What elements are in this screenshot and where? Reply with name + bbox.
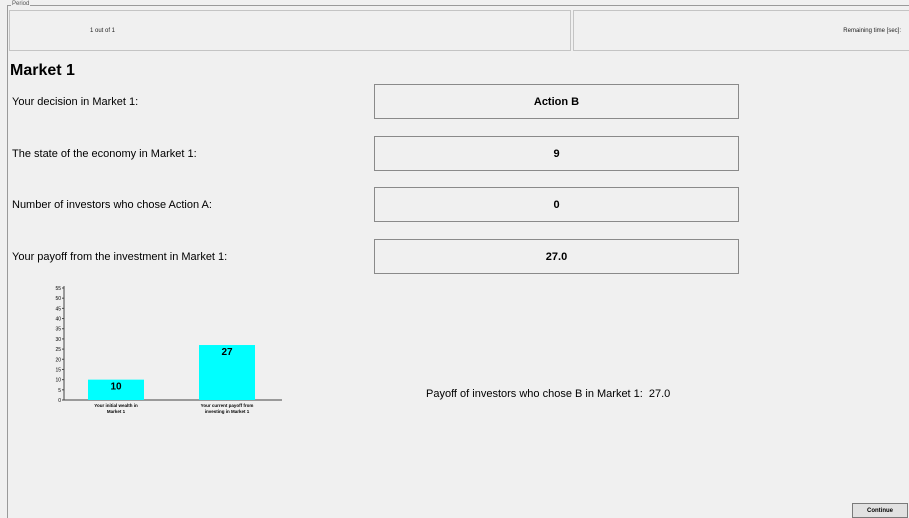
y-tick-label: 25 [55,347,61,353]
y-tick-label: 20 [55,357,61,363]
y-tick-label: 40 [55,317,61,323]
y-tick-label: 55 [55,286,61,292]
payoff-b-row: Payoff of investors who chose B in Marke… [426,388,670,400]
y-tick-label: 30 [55,337,61,343]
payoff-b-value: 27.0 [648,388,671,400]
continue-button[interactable]: Continue [852,503,908,518]
y-tick-label: 50 [55,296,61,302]
x-category-label: Your initial wealth in [94,403,138,408]
bar-value-label: 10 [110,382,122,393]
y-tick-label: 35 [55,327,61,333]
y-tick-label: 5 [58,388,61,394]
y-tick-label: 10 [55,378,61,384]
x-category-label: Your current payoff from [201,403,254,408]
y-tick-label: 0 [58,398,61,404]
y-tick-label: 45 [55,306,61,312]
bar-value-label: 27 [221,347,233,358]
payoff-b-label: Payoff of investors who chose B in Marke… [426,388,643,400]
x-category-label: Market 1 [107,409,126,414]
payoff-bar-chart: 0 5 10 15 20 25 30 35 40 45 50 55 10 Your initial wea… [55,286,282,414]
y-tick-label: 15 [55,367,61,373]
x-category-label: investing in Market 1 [205,409,250,414]
